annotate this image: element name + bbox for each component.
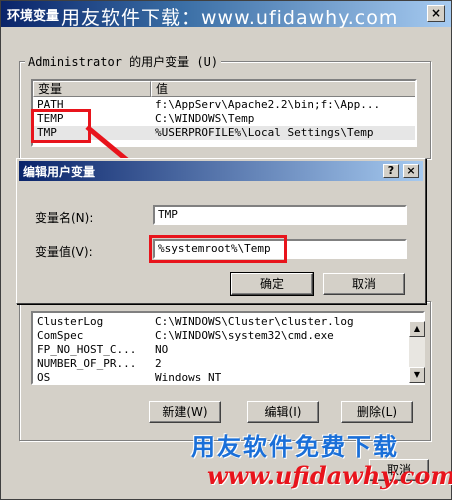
table-row[interactable]: OS Windows NT xyxy=(33,371,423,384)
help-button[interactable]: ? xyxy=(383,164,399,178)
row-variable-name: NUMBER_OF_PR... xyxy=(37,357,137,370)
row-variable-value: %USERPROFILE%\Local Settings\Temp xyxy=(155,126,374,139)
system-variables-list[interactable]: ClusterLog C:\WINDOWS\Cluster\cluster.lo… xyxy=(31,311,425,385)
close-icon: × xyxy=(406,164,416,177)
column-header-value[interactable]: 值 xyxy=(151,81,415,97)
row-variable-value: C:\WINDOWS\Cluster\cluster.log xyxy=(155,315,354,328)
window-close-button[interactable]: × xyxy=(427,5,445,22)
highlight-variable-value xyxy=(149,235,287,263)
row-variable-value: Windows NT xyxy=(155,371,222,384)
window-titlebar[interactable]: 环境变量 用友软件下载：www.ufidawhy.com × xyxy=(1,1,451,29)
cancel-button[interactable]: 取消 xyxy=(323,273,405,295)
table-row[interactable]: ClusterLog C:\WINDOWS\Cluster\cluster.lo… xyxy=(33,315,423,329)
window-title: 环境变量 xyxy=(7,9,60,24)
edit-button[interactable]: 编辑(I) xyxy=(247,401,319,423)
row-variable-name: FP_NO_HOST_C... xyxy=(37,343,137,356)
dialog-titlebar[interactable]: 编辑用户变量 ? × xyxy=(19,161,423,181)
table-row[interactable]: ComSpec C:\WINDOWS\system32\cmd.exe xyxy=(33,329,423,343)
variable-name-input[interactable]: TMP xyxy=(153,205,407,225)
edit-user-variable-dialog: 编辑用户变量 ? × 变量名(N): TMP 变量值(V): %systemro… xyxy=(16,158,426,304)
help-icon: ? xyxy=(387,164,395,177)
row-variable-name: OS xyxy=(37,371,51,384)
arrow-up-icon: ▲ xyxy=(413,324,421,333)
brand-watermark: 用友软件免费下载 xyxy=(191,433,399,461)
row-variable-value: f:\AppServ\Apache2.2\bin;f:\App... xyxy=(155,98,381,111)
row-variable-value: NO xyxy=(155,343,169,356)
new-button[interactable]: 新建(W) xyxy=(149,401,221,423)
row-variable-value: 2 xyxy=(155,357,162,370)
table-row[interactable]: FP_NO_HOST_C... NO xyxy=(33,343,423,357)
system-list-scrollbar[interactable]: ▲ ▼ xyxy=(409,321,425,383)
dialog-title: 编辑用户变量 xyxy=(23,165,96,179)
ok-button[interactable]: 确定 xyxy=(230,272,314,296)
variable-value-label: 变量值(V): xyxy=(35,245,93,259)
table-row[interactable]: NUMBER_OF_PR... 2 xyxy=(33,357,423,371)
row-variable-value: C:\WINDOWS\system32\cmd.exe xyxy=(155,329,334,342)
user-variables-group-label: Administrator 的用户变量 (U) xyxy=(25,53,222,70)
column-header-variable[interactable]: 变量 xyxy=(33,81,151,97)
variable-name-label: 变量名(N): xyxy=(35,211,94,225)
brand-url-watermark: www.ufidawhy.com xyxy=(207,461,452,490)
delete-button[interactable]: 删除(L) xyxy=(341,401,413,423)
site-watermark: 用友软件下载：www.ufidawhy.com xyxy=(61,7,399,29)
scroll-down-button[interactable]: ▼ xyxy=(409,367,425,383)
dialog-close-button[interactable]: × xyxy=(403,164,419,178)
arrow-down-icon: ▼ xyxy=(413,370,421,379)
scroll-up-button[interactable]: ▲ xyxy=(409,321,425,337)
close-icon: × xyxy=(430,6,442,20)
row-variable-name: ComSpec xyxy=(37,329,84,342)
row-variable-value: C:\WINDOWS\Temp xyxy=(155,112,255,125)
row-variable-name: ClusterLog xyxy=(37,315,104,328)
